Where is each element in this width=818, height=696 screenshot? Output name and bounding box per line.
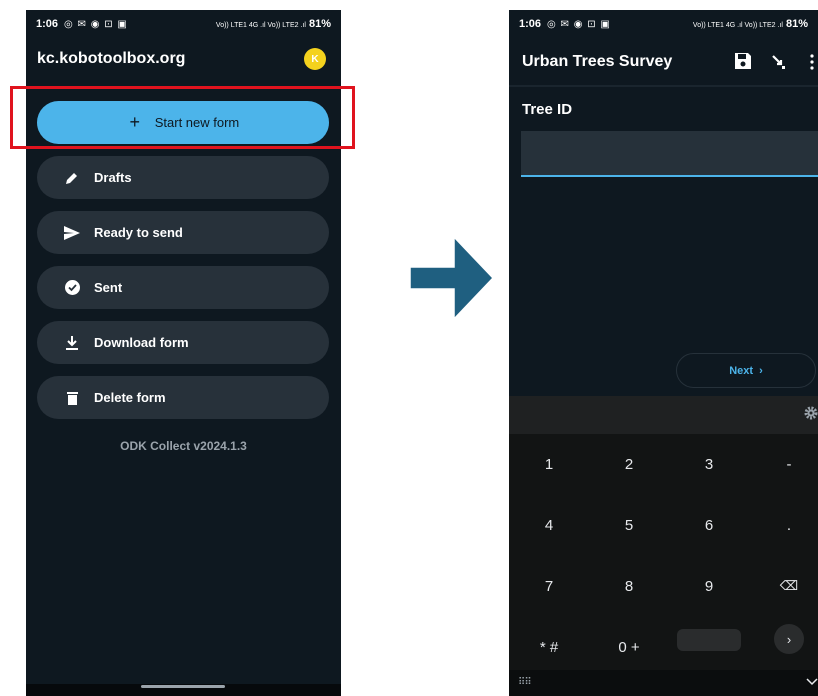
ready-to-send-button[interactable]: Ready to send <box>37 211 329 254</box>
next-label: Next <box>729 364 754 377</box>
key-star-hash[interactable]: * # <box>509 617 589 677</box>
sent-button[interactable]: Sent <box>37 266 329 309</box>
key-7[interactable]: 7 <box>509 556 589 616</box>
download-form-label: Download form <box>94 335 189 350</box>
key-4[interactable]: 4 <box>509 495 589 555</box>
key-1[interactable]: 1 <box>509 434 589 494</box>
appbar-divider <box>509 85 818 87</box>
battery-level: 81% <box>785 18 808 30</box>
next-button[interactable]: Next › <box>676 353 816 388</box>
more-options-icon[interactable] <box>809 54 815 70</box>
space-key[interactable] <box>677 629 741 651</box>
key-6[interactable]: 6 <box>669 495 749 555</box>
avatar[interactable]: K <box>304 48 326 70</box>
signal-text: Vo)) LTE1 4G .ıl Vo)) LTE2 .ıl <box>215 22 306 29</box>
trash-icon <box>64 390 80 406</box>
notification-icons: ◎ ✉ ◉ ⊡ ▣ <box>64 18 128 30</box>
status-bar: 1:06 ◎ ✉ ◉ ⊡ ▣ Vo)) LTE1 4G .ıl Vo)) LTE… <box>509 10 818 38</box>
server-title: kc.kobotoolbox.org <box>37 50 186 67</box>
key-zero-plus[interactable]: 0 + <box>589 617 669 677</box>
pencil-icon <box>64 170 80 186</box>
start-new-form-highlight <box>10 86 355 149</box>
home-indicator[interactable] <box>141 685 225 688</box>
enter-key[interactable]: › <box>774 624 804 654</box>
chevron-down-icon[interactable] <box>806 676 818 688</box>
check-circle-icon <box>64 280 80 296</box>
sent-label: Sent <box>94 280 123 295</box>
status-time: 1:06 <box>519 18 542 30</box>
keyboard-switch-icon[interactable]: ⠿⠿ <box>518 677 532 688</box>
delete-form-button[interactable]: Delete form <box>37 376 329 419</box>
key-9[interactable]: 9 <box>669 556 749 616</box>
chevron-right-icon: › <box>759 364 763 377</box>
form-entry-screen: 1:06 ◎ ✉ ◉ ⊡ ▣ Vo)) LTE1 4G .ıl Vo)) LTE… <box>509 10 818 696</box>
gear-icon[interactable] <box>804 406 818 420</box>
question-label: Tree ID <box>522 101 573 118</box>
signal-text: Vo)) LTE1 4G .ıl Vo)) LTE2 .ıl <box>692 22 783 29</box>
download-icon <box>64 335 80 351</box>
drafts-label: Drafts <box>94 170 132 185</box>
status-time: 1:06 <box>36 18 59 30</box>
navigation-bar: ⠿⠿ <box>509 670 818 696</box>
status-signal-battery: Vo)) LTE1 4G .ıl Vo)) LTE2 .ıl 81% <box>216 18 331 30</box>
battery-level: 81% <box>308 18 331 30</box>
send-icon <box>64 225 80 241</box>
download-form-button[interactable]: Download form <box>37 321 329 364</box>
ready-to-send-label: Ready to send <box>94 225 183 240</box>
key-5[interactable]: 5 <box>589 495 669 555</box>
app-version: ODK Collect v2024.1.3 <box>120 439 247 453</box>
backspace-key[interactable]: ⌫ <box>749 556 818 616</box>
save-icon[interactable] <box>734 52 752 70</box>
tree-id-input[interactable] <box>521 131 818 177</box>
drafts-button[interactable]: Drafts <box>37 156 329 199</box>
key-8[interactable]: 8 <box>589 556 669 616</box>
keyboard-toolbar <box>509 396 818 434</box>
key-period[interactable]: . <box>749 495 818 555</box>
status-bar: 1:06 ◎ ✉ ◉ ⊡ ▣ Vo)) LTE1 4G .ıl Vo)) LTE… <box>26 10 341 38</box>
delete-form-label: Delete form <box>94 390 166 405</box>
form-title: Urban Trees Survey <box>522 53 673 70</box>
status-signal-battery: Vo)) LTE1 4G .ıl Vo)) LTE2 .ıl 81% <box>693 18 808 30</box>
numeric-keyboard: › 1 2 3-4 5 6. 7 8 9 ⌫ * #0 + <box>509 434 818 670</box>
right-arrow-icon <box>409 236 495 320</box>
jump-to-question-icon[interactable] <box>771 54 787 70</box>
key-2[interactable]: 2 <box>589 434 669 494</box>
key-minus[interactable]: - <box>749 434 818 494</box>
notification-icons: ◎ ✉ ◉ ⊡ ▣ <box>547 18 611 30</box>
key-3[interactable]: 3 <box>669 434 749 494</box>
chevron-right-icon: › <box>786 631 792 647</box>
